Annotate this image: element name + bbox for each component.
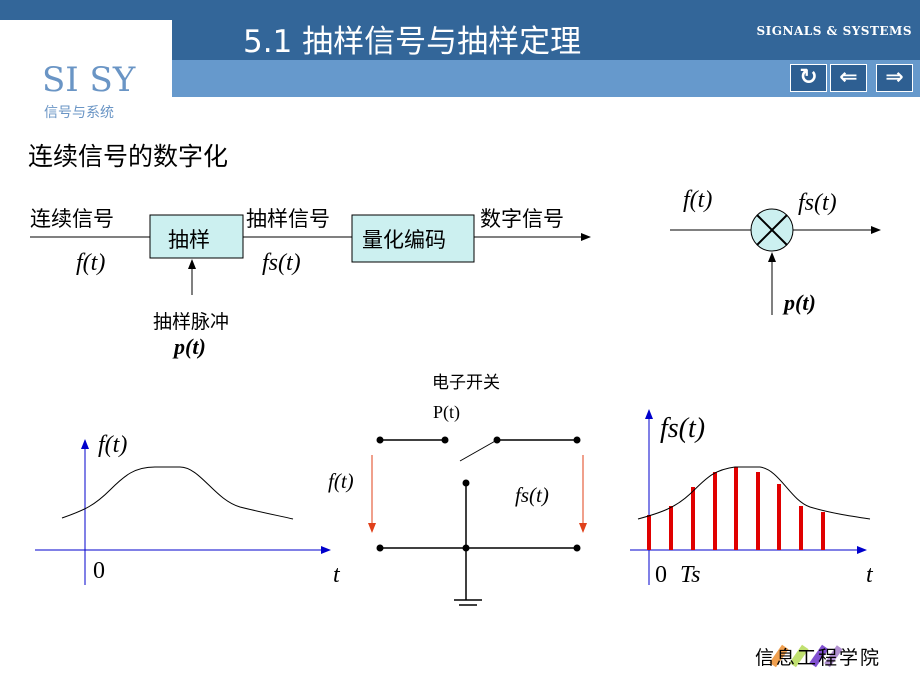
sample-bars xyxy=(647,467,825,550)
footer-logo: 信息工程学院 xyxy=(755,644,881,669)
switch-title: 电子开关 xyxy=(432,373,500,393)
multiplier-input: f(t) xyxy=(683,187,712,213)
multiplier-output: fs(t) xyxy=(798,190,837,216)
pulse-label: 抽样脉冲 xyxy=(153,311,229,333)
quantizer-label: 量化编码 xyxy=(362,228,446,252)
sampled-ylabel: fs(t) xyxy=(660,413,705,444)
sample-bar xyxy=(756,472,760,550)
switch-input: f(t) xyxy=(328,469,354,493)
sample-bar xyxy=(669,506,673,550)
switch-nodes xyxy=(376,436,581,552)
sampled-label: 抽样信号 xyxy=(246,207,330,231)
input-label: 连续信号 xyxy=(30,207,114,231)
multiplier-pulse: p(t) xyxy=(782,290,816,315)
sample-bar xyxy=(647,515,651,550)
sample-bar xyxy=(713,472,717,550)
switch-output: fs(t) xyxy=(515,483,549,507)
sample-bar xyxy=(821,512,825,550)
switch-wires xyxy=(380,439,577,606)
switch-control: P(t) xyxy=(433,402,460,423)
input-signal: f(t) xyxy=(76,250,105,276)
pulse-signal: p(t) xyxy=(172,334,206,359)
plot-xlabel: t xyxy=(333,562,341,588)
sampled-origin: 0 xyxy=(655,562,667,588)
continuous-signal-curve xyxy=(61,466,294,520)
plot-origin: 0 xyxy=(93,558,105,584)
sample-bar xyxy=(734,467,738,550)
sampled-period: Ts xyxy=(680,562,700,588)
sample-bar xyxy=(777,484,781,550)
svg-text:信息工程学院: 信息工程学院 xyxy=(755,647,881,669)
diagram-canvas: 抽样 量化编码 连续信号 f(t) 抽样信号 fs(t) 数字信号 抽样脉冲 p… xyxy=(30,187,881,669)
sampler-label: 抽样 xyxy=(168,228,210,252)
output-label: 数字信号 xyxy=(480,207,564,231)
sample-bar xyxy=(691,487,695,550)
plot-ylabel: f(t) xyxy=(98,432,127,458)
sample-bar xyxy=(799,506,803,550)
sampled-xlabel: t xyxy=(866,562,874,588)
sampled-signal: fs(t) xyxy=(262,250,301,276)
